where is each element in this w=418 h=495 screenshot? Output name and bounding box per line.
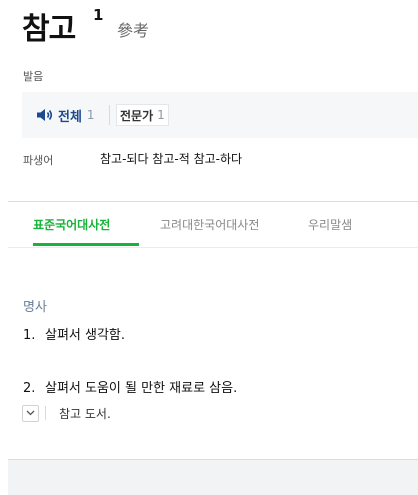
hanja-text: 參考 — [117, 21, 150, 40]
pronunciation-expert-button[interactable]: 전문가 1 — [116, 104, 169, 126]
part-of-speech: 명사 — [23, 300, 47, 315]
pronunciation-expert-count: 1 — [157, 108, 165, 122]
derivatives-list[interactable]: 참고-되다 참고-적 참고-하다 — [100, 150, 242, 167]
definition-number: 2. — [23, 381, 36, 396]
chevron-down-icon — [26, 410, 35, 416]
dictionary-tabs: 표준국어대사전 고려대한국어대사전 우리말샘 — [8, 201, 418, 248]
tab-urimalsaem[interactable]: 우리말샘 — [308, 216, 352, 233]
derivatives-label: 파생어 — [23, 154, 54, 167]
example-divider — [45, 406, 46, 420]
expand-example-button[interactable] — [22, 404, 39, 422]
pronunciation-all-button[interactable]: 전체 1 — [36, 106, 95, 125]
definition-item: 1. 살펴서 생각함. — [23, 324, 125, 343]
active-tab-indicator — [33, 243, 139, 246]
pronunciation-all-label: 전체 — [58, 109, 82, 125]
example-row: 참고 도서. — [22, 404, 111, 422]
example-text: 참고 도서. — [59, 406, 111, 421]
definition-text: 살펴서 도움이 될 만한 재료로 삼음. — [45, 381, 238, 396]
pronunciation-bar: 전체 1 전문가 1 — [22, 92, 418, 138]
definition-number: 1. — [23, 328, 36, 343]
tab-standard-korean-dictionary[interactable]: 표준국어대사전 — [33, 216, 110, 233]
footer-bar — [8, 459, 418, 495]
pronunciation-divider — [109, 105, 110, 125]
homonym-number: 1 — [93, 6, 104, 24]
pronunciation-all-count: 1 — [86, 108, 95, 122]
pronunciation-expert-label: 전문가 — [120, 108, 154, 123]
tab-korea-univ-dictionary[interactable]: 고려대한국어대사전 — [160, 216, 259, 233]
pronunciation-label: 발음 — [23, 70, 44, 83]
headword-text: 참고 — [22, 12, 76, 47]
definition-text: 살펴서 생각함. — [45, 328, 126, 343]
speaker-icon — [37, 109, 53, 121]
definition-item: 2. 살펴서 도움이 될 만한 재료로 삼음. — [23, 377, 237, 396]
headword: 참고 1 參考 — [22, 4, 149, 47]
